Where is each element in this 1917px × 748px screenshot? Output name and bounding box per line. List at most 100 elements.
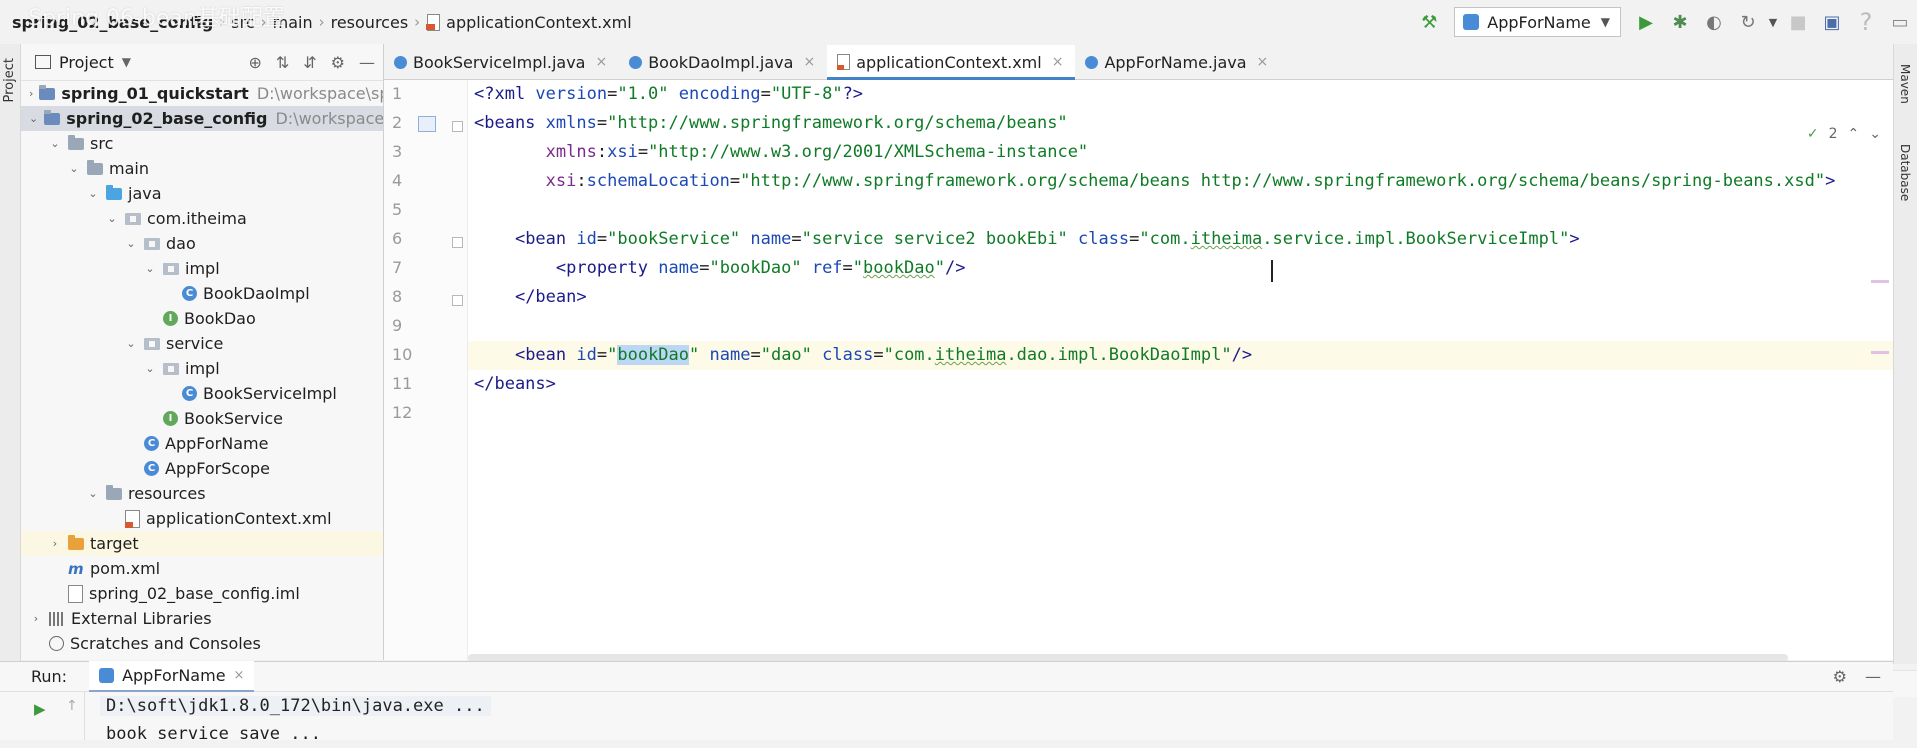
tree-node[interactable]: ›spring_02_base_config.iml [21,581,383,606]
hide-panel-icon[interactable]: — [359,53,375,72]
chevron-right-icon[interactable]: › [48,537,62,550]
tree-node[interactable]: ⌄ src [21,131,383,156]
tree-node[interactable]: ⌄ resources [21,481,383,506]
chevron-down-icon[interactable]: ⌄ [124,337,138,350]
run-tab-appforname[interactable]: AppForName × [89,661,255,692]
tab-applicationcontext[interactable]: applicationContext.xml × [827,45,1076,80]
close-icon[interactable]: × [1052,54,1064,70]
chevron-down-icon[interactable]: ⌄ [67,162,81,175]
line-number: 3 [392,142,403,161]
fold-marker-icon[interactable] [452,121,463,132]
tree-node[interactable]: ›IBookService [21,406,383,431]
tree-node[interactable]: ⌄ com.itheima [21,206,383,231]
locate-file-icon[interactable]: ⊕ [248,53,261,72]
run-configuration-select[interactable]: AppForName ▼ [1454,7,1621,37]
project-view-title[interactable]: Project [59,53,114,72]
project-structure-icon[interactable]: ▣ [1815,5,1849,39]
chevron-right-icon[interactable]: › [29,87,33,100]
profile-icon[interactable]: ↻ [1731,5,1765,39]
stop-icon[interactable]: ■ [1781,5,1815,39]
chevron-right-icon[interactable]: › [29,612,43,625]
hide-panel-icon[interactable]: — [1865,667,1881,686]
chevron-down-icon[interactable]: ⌄ [124,237,138,250]
collapse-all-icon[interactable]: ⇵ [303,53,316,72]
chevron-down-icon[interactable]: ⌄ [1869,126,1881,142]
chevron-down-icon[interactable]: ⌄ [105,212,119,225]
breadcrumb-item-project[interactable]: spring_02_base_config [12,13,213,32]
error-stripe-marker[interactable] [1871,280,1889,283]
console-output[interactable]: D:\soft\jdk1.8.0_172\bin\java.exe ... bo… [100,692,1893,744]
chevron-up-icon[interactable]: ⌃ [1848,126,1860,142]
chevron-right-icon: › [260,13,267,31]
error-stripe-marker[interactable] [1871,351,1889,354]
tab-bookserviceimpl[interactable]: BookServiceImpl.java × [384,45,619,79]
run-icon[interactable]: ▶ [1629,5,1663,39]
close-icon[interactable]: × [803,54,815,70]
window-icon[interactable]: ▭ [1883,5,1917,39]
close-icon[interactable]: × [234,668,245,683]
maven-tool-window-button[interactable]: Maven [1898,64,1912,104]
tree-node[interactable]: ›CAppForName [21,431,383,456]
chevron-down-icon[interactable]: ⌄ [143,262,157,275]
tree-node[interactable]: ›CBookDaoImpl [21,281,383,306]
tree-node-path: D:\workspace\s [275,109,384,128]
fold-marker-icon[interactable] [452,295,463,306]
main-class-icon [1085,55,1099,69]
navigation-bar: spring_02_base_config › src › main › res… [0,0,1917,45]
code-line-8: </bean> [514,287,587,307]
tree-node[interactable]: ⌄ dao [21,231,383,256]
tree-node[interactable]: ⌄ impl [21,356,383,381]
tree-node[interactable]: › External Libraries [21,606,383,631]
spring-bean-gutter-icon[interactable] [418,116,436,132]
breadcrumb-item-file[interactable]: applicationContext.xml [446,13,632,32]
tree-node-label: BookServiceImpl [203,384,337,403]
xml-file-icon [125,509,140,528]
project-tool-window-button[interactable]: Project [2,58,17,102]
gear-icon[interactable]: ⚙ [331,53,345,72]
tree-node[interactable]: ⌄ service [21,331,383,356]
tree-node[interactable]: ⌄ java [21,181,383,206]
tree-node[interactable]: › target [21,531,383,556]
tree-node[interactable]: ›Scratches and Consoles [21,631,383,656]
tab-bookdaoimpl[interactable]: BookDaoImpl.java × [619,45,827,79]
tree-node[interactable]: ›mpom.xml [21,556,383,581]
chevron-down-icon[interactable]: ⌄ [86,187,100,200]
tree-node[interactable]: ›applicationContext.xml [21,506,383,531]
chevron-down-icon[interactable]: ⌄ [48,137,62,150]
expand-all-icon[interactable]: ⇅ [276,53,289,72]
line-number: 9 [392,316,403,335]
tab-appforname[interactable]: AppForName.java × [1075,45,1280,79]
breadcrumb-item-resources[interactable]: resources [331,13,409,32]
code-area[interactable]: 1 2 3 4 5 6 7 8 9 10 11 12 <?xml version… [384,80,1917,697]
tree-node[interactable]: ›CBookServiceImpl [21,381,383,406]
close-icon[interactable]: × [595,54,607,70]
arrow-up-icon[interactable]: ↑ [66,698,78,714]
rerun-icon[interactable]: ▶ [34,700,46,718]
chevron-down-icon[interactable]: ⌄ [143,362,157,375]
tree-node[interactable]: ›IBookDao [21,306,383,331]
chevron-down-icon[interactable]: ⌄ [86,487,100,500]
breadcrumb-item-main[interactable]: main [273,13,313,32]
build-hammer-icon[interactable]: ⚒ [1412,5,1446,39]
inspection-widget[interactable]: ✓ 2 ⌃ ⌄ [1807,126,1881,142]
tree-node[interactable]: ⌄ main [21,156,383,181]
breadcrumb-item-src[interactable]: src [231,13,254,32]
package-icon [144,337,160,350]
tree-node[interactable]: › spring_01_quickstart D:\workspace\sp [21,81,383,106]
dropdown-arrow-icon[interactable]: ▼ [122,55,131,69]
tree-node[interactable]: ⌄ impl [21,256,383,281]
tree-node[interactable]: ›CAppForScope [21,456,383,481]
gear-icon[interactable]: ⚙ [1833,667,1847,686]
more-run-options-icon[interactable]: ▼ [1765,5,1781,39]
debug-icon[interactable]: ✱ [1663,5,1697,39]
close-icon[interactable]: × [1257,54,1269,70]
fold-marker-icon[interactable] [452,237,463,248]
coverage-icon[interactable]: ◐ [1697,5,1731,39]
database-tool-window-button[interactable]: Database [1898,144,1912,201]
chevron-down-icon[interactable]: ⌄ [29,112,38,125]
tree-node-label: target [90,534,139,553]
help-icon[interactable]: ? [1849,5,1883,39]
tree-node[interactable]: ⌄ spring_02_base_config D:\workspace\s [21,106,383,131]
tree-node-label: resources [128,484,206,503]
